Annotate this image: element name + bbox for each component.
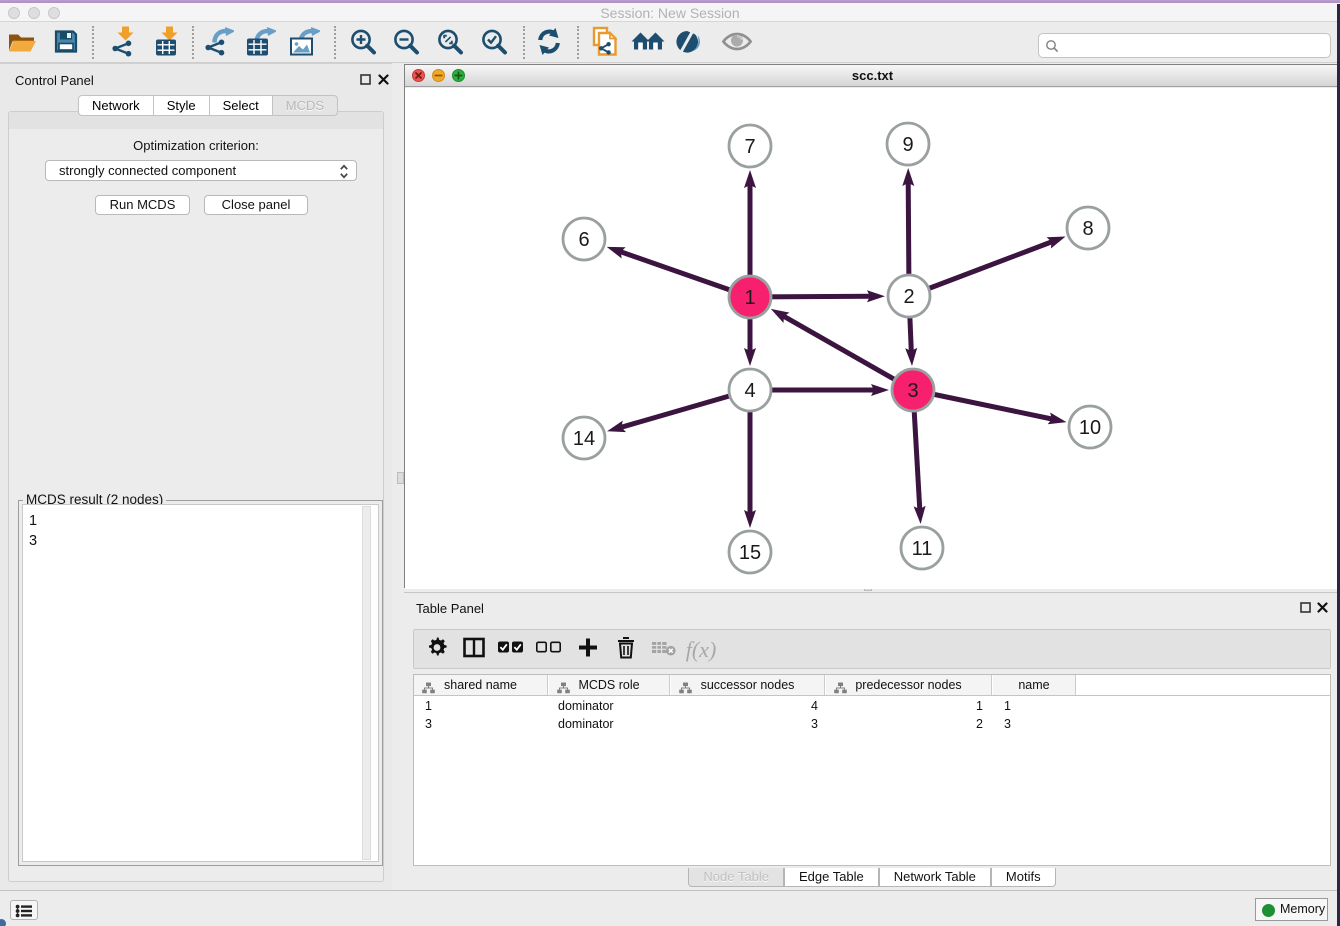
svg-text:3: 3: [907, 380, 918, 402]
svg-text:2: 2: [903, 286, 914, 308]
svg-text:14: 14: [573, 428, 595, 450]
svg-text:6: 6: [578, 229, 589, 251]
svg-text:10: 10: [1079, 417, 1101, 439]
svg-text:9: 9: [902, 134, 913, 156]
svg-text:15: 15: [739, 542, 761, 564]
svg-text:11: 11: [912, 538, 933, 560]
svg-text:1: 1: [744, 287, 755, 309]
svg-text:7: 7: [744, 136, 755, 158]
svg-text:4: 4: [744, 380, 755, 402]
svg-text:8: 8: [1082, 218, 1093, 240]
